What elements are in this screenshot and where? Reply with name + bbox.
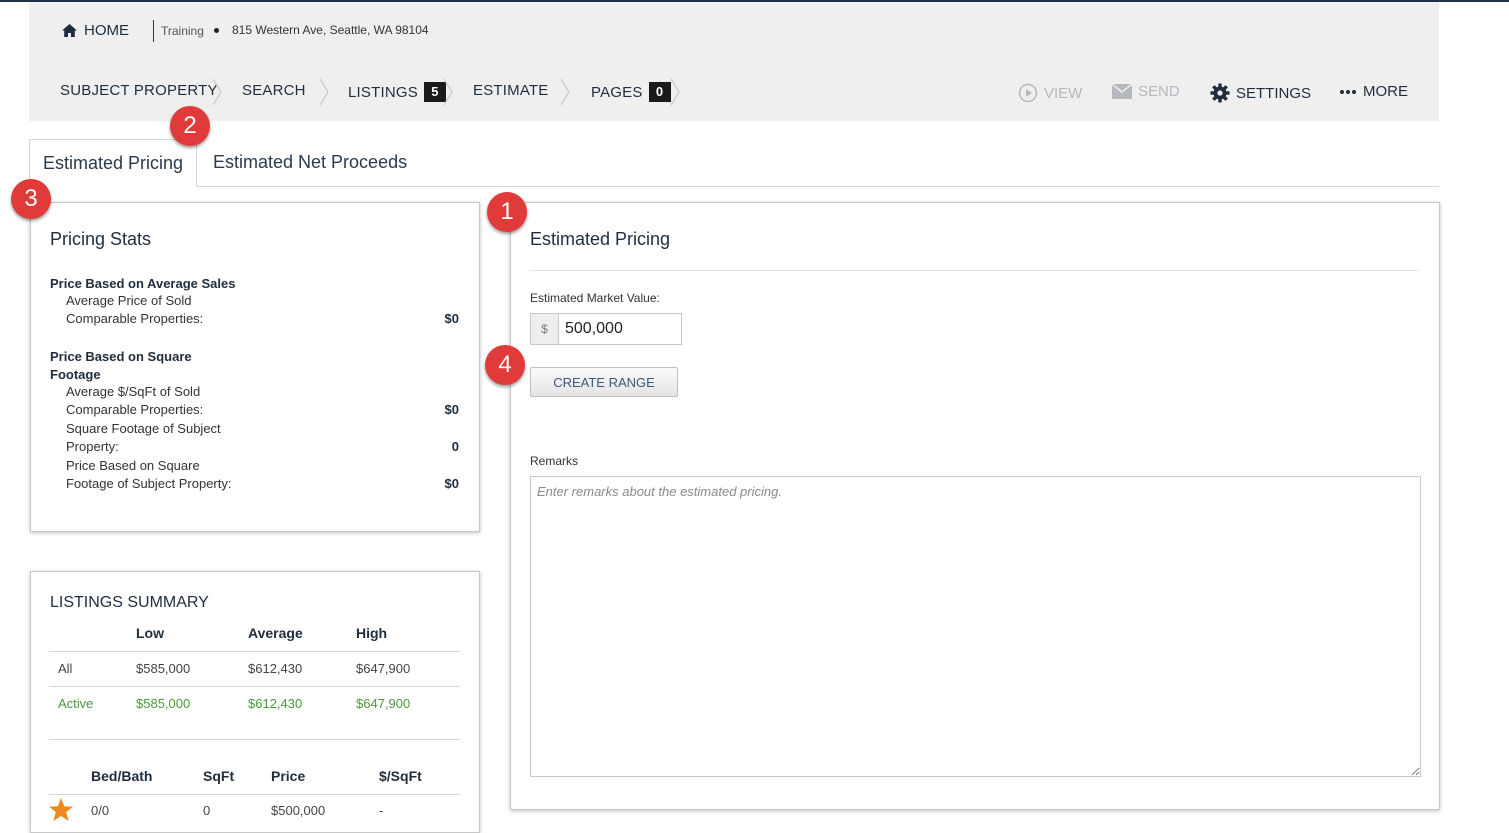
column-header: Price xyxy=(271,768,306,784)
market-value-field: $ xyxy=(530,313,682,345)
column-header: High xyxy=(356,625,388,641)
envelope-icon xyxy=(1112,84,1132,99)
avg-sold-label: Average Price of Sold xyxy=(66,293,192,308)
row-divider xyxy=(49,794,460,795)
pricing-stats-panel: Pricing Stats Price Based on Average Sal… xyxy=(30,202,480,532)
avg-sales-heading: Price Based on Average Sales xyxy=(50,276,236,291)
chevron-right-icon xyxy=(560,78,570,106)
avg-sold-value: $0 xyxy=(444,311,459,326)
summary-cell: $585,000 xyxy=(136,661,191,676)
step-subject-property[interactable]: SUBJECT PROPERTY xyxy=(60,82,218,99)
summary-row-label: All xyxy=(58,661,73,676)
tab-estimated-pricing[interactable]: Estimated Pricing xyxy=(29,139,197,187)
breadcrumb-dot xyxy=(214,28,219,33)
row-divider xyxy=(49,651,460,652)
detail-cell: $500,000 xyxy=(271,803,326,818)
view-button[interactable]: VIEW xyxy=(1018,83,1082,103)
pricing-stats-title: Pricing Stats xyxy=(50,229,152,249)
callout-marker: 4 xyxy=(485,345,525,385)
price-sqft-value: $0 xyxy=(444,476,459,491)
callout-marker: 3 xyxy=(11,179,51,219)
star-icon xyxy=(49,798,73,821)
settings-label: SETTINGS xyxy=(1236,84,1312,102)
more-label: MORE xyxy=(1363,83,1408,100)
remarks-label: Remarks xyxy=(530,454,579,468)
estimated-pricing-panel: Estimated Pricing Estimated Market Value… xyxy=(510,202,1440,810)
subject-sqft-label-2: Property: xyxy=(66,439,119,454)
step-search[interactable]: SEARCH xyxy=(242,82,306,99)
home-icon xyxy=(62,24,77,37)
app-header: HOME Training 815 Western Ave, Seattle, … xyxy=(29,2,1439,121)
estimated-pricing-title: Estimated Pricing xyxy=(530,229,671,249)
summary-cell: $612,430 xyxy=(248,661,303,676)
remarks-textarea[interactable] xyxy=(530,476,1421,777)
chevron-right-icon xyxy=(319,78,329,106)
detail-cell: - xyxy=(379,803,384,818)
step-label: SEARCH xyxy=(242,82,306,99)
play-circle-icon xyxy=(1018,83,1038,103)
step-label: SUBJECT PROPERTY xyxy=(60,82,218,99)
market-value-label: Estimated Market Value: xyxy=(530,291,660,305)
step-label: LISTINGS xyxy=(348,83,418,101)
sqft-heading: Price Based on Square xyxy=(50,349,192,364)
home-label: HOME xyxy=(84,22,129,39)
market-value-input[interactable] xyxy=(559,314,681,344)
row-divider xyxy=(49,686,460,687)
listings-summary-title: LISTINGS SUMMARY xyxy=(50,594,209,611)
create-range-button[interactable]: CREATE RANGE xyxy=(530,367,678,397)
summary-cell: $647,900 xyxy=(356,696,411,711)
summary-row-label: Active xyxy=(58,696,94,711)
send-button[interactable]: SEND xyxy=(1112,83,1180,100)
subject-sqft-label: Square Footage of Subject xyxy=(66,421,221,436)
step-pages[interactable]: PAGES 0 xyxy=(591,82,671,102)
avg-sqft-value: $0 xyxy=(444,402,459,417)
price-sqft-label-2: Footage of Subject Property: xyxy=(66,476,232,491)
callout-marker: 1 xyxy=(487,192,527,232)
section-divider xyxy=(49,739,460,740)
more-dots-icon xyxy=(1340,89,1356,94)
step-label: PAGES xyxy=(591,83,643,101)
avg-sqft-label: Average $/SqFt of Sold xyxy=(66,384,201,399)
avg-sqft-label-2: Comparable Properties: xyxy=(66,402,204,417)
detail-cell: 0 xyxy=(203,803,211,818)
summary-cell: $612,430 xyxy=(248,696,303,711)
column-header: Bed/Bath xyxy=(91,768,153,784)
listings-summary-panel: LISTINGS SUMMARY Low Average High All $5… xyxy=(30,571,480,833)
chevron-right-icon xyxy=(212,78,222,106)
step-listings[interactable]: LISTINGS 5 xyxy=(348,82,446,102)
column-header: SqFt xyxy=(203,768,235,784)
currency-addon: $ xyxy=(531,314,559,344)
chevron-right-icon xyxy=(443,78,453,106)
tab-estimated-net-proceeds[interactable]: Estimated Net Proceeds xyxy=(213,139,407,185)
home-link[interactable]: HOME xyxy=(62,22,129,39)
step-estimate[interactable]: ESTIMATE xyxy=(473,82,549,99)
settings-button[interactable]: SETTINGS xyxy=(1210,83,1311,103)
detail-cell: 0/0 xyxy=(91,803,110,818)
chevron-right-icon xyxy=(670,78,680,106)
breadcrumb-address: 815 Western Ave, Seattle, WA 98104 xyxy=(232,23,429,37)
gear-icon xyxy=(1210,83,1230,103)
send-label: SEND xyxy=(1138,83,1180,100)
pages-count-badge: 0 xyxy=(648,82,671,102)
subject-sqft-value: 0 xyxy=(451,439,459,454)
view-label: VIEW xyxy=(1044,84,1083,102)
more-button[interactable]: MORE xyxy=(1339,83,1408,100)
breadcrumb-training[interactable]: Training xyxy=(161,24,204,38)
title-divider xyxy=(530,270,1419,271)
tab-bar: Estimated Pricing Estimated Net Proceeds xyxy=(29,139,1439,187)
summary-cell: $585,000 xyxy=(136,696,191,711)
column-header: Average xyxy=(248,625,303,641)
column-header: Low xyxy=(136,625,164,641)
breadcrumb-divider xyxy=(153,20,154,42)
callout-marker: 2 xyxy=(170,106,210,146)
sqft-heading-2: Footage xyxy=(50,367,101,382)
summary-cell: $647,900 xyxy=(356,661,411,676)
avg-sold-label-2: Comparable Properties: xyxy=(66,311,204,326)
price-sqft-label: Price Based on Square xyxy=(66,458,200,473)
column-header: $/SqFt xyxy=(379,768,422,784)
step-label: ESTIMATE xyxy=(473,82,549,99)
